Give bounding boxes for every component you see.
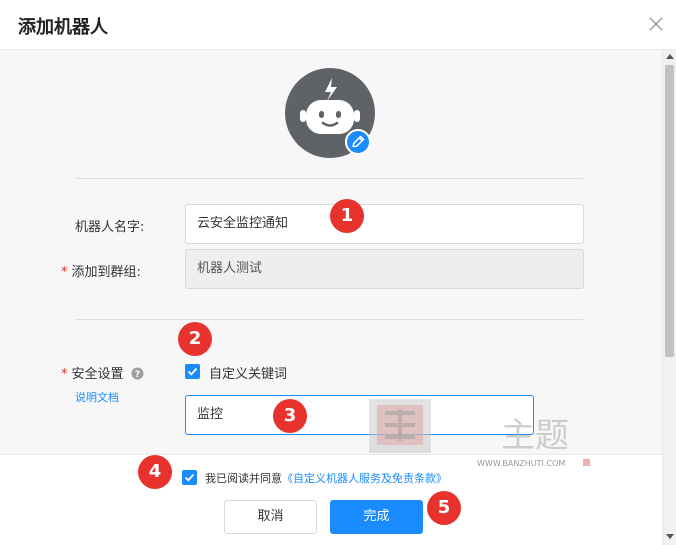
security-label: * 安全设置 ? xyxy=(61,363,144,382)
scroll-down-arrow[interactable] xyxy=(666,534,674,539)
dialog-header: 添加机器人 xyxy=(0,0,676,50)
watermark-logo: 主题 WWW.BANZHUTI.COM xyxy=(369,399,590,468)
marker-1: 1 xyxy=(330,199,364,233)
group-select: 机器人测试 xyxy=(185,249,584,289)
marker-3: 3 xyxy=(273,399,307,433)
agree-text: 我已阅读并同意《自定义机器人服务及免责条款》 xyxy=(205,472,447,485)
keyword-checkbox[interactable] xyxy=(185,364,200,379)
required-mark: * xyxy=(61,367,68,382)
scroll-up-arrow[interactable] xyxy=(666,54,674,59)
help-icon[interactable]: ? xyxy=(131,367,144,380)
marker-4: 4 xyxy=(138,455,172,489)
robot-name-input[interactable]: 云安全监控通知 xyxy=(185,204,584,244)
dialog-body: 机器人名字: 云安全监控通知 * 添加到群组: 机器人测试 * 安全设置 ? 说明文… xyxy=(0,50,662,454)
watermark: 主题 WWW.BANZHUTI.COM xyxy=(365,395,595,469)
required-mark: * xyxy=(61,265,68,280)
cancel-button[interactable]: 取消 xyxy=(224,500,317,534)
watermark-url: WWW.BANZHUTI.COM xyxy=(477,459,565,468)
doc-link[interactable]: 说明文档 xyxy=(75,389,119,405)
terms-link[interactable]: 《自定义机器人服务及免责条款》 xyxy=(282,472,447,485)
divider-middle xyxy=(75,319,583,320)
check-icon xyxy=(184,473,195,482)
watermark-chars: 主题 xyxy=(501,416,569,456)
keyword-checkbox-label: 自定义关键词 xyxy=(209,367,288,382)
check-icon xyxy=(187,367,198,376)
svg-text:?: ? xyxy=(135,370,140,380)
marker-2: 2 xyxy=(178,322,212,356)
scroll-thumb[interactable] xyxy=(665,65,674,357)
divider-top xyxy=(75,178,583,179)
edit-avatar-button[interactable] xyxy=(345,129,371,155)
dialog-title: 添加机器人 xyxy=(18,17,108,38)
close-icon[interactable] xyxy=(646,14,666,34)
group-label: * 添加到群组: xyxy=(61,265,141,280)
name-label: 机器人名字: xyxy=(75,220,145,235)
confirm-button[interactable]: 完成 xyxy=(330,500,423,534)
agree-checkbox[interactable] xyxy=(182,470,197,485)
marker-5: 5 xyxy=(427,491,461,525)
scrollbar[interactable] xyxy=(662,50,676,545)
pencil-icon xyxy=(352,135,365,148)
